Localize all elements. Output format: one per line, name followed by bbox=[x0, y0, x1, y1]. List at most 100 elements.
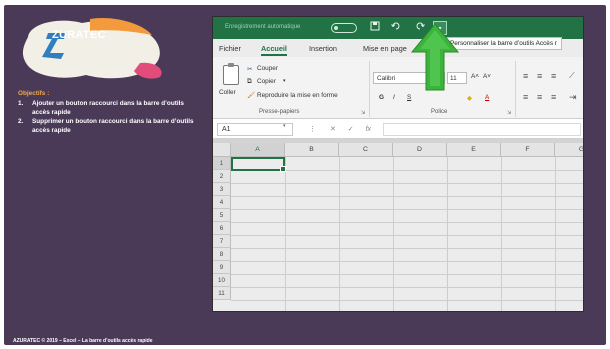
clipboard-launcher-icon[interactable]: ⇲ bbox=[361, 110, 365, 116]
grid-line bbox=[231, 261, 583, 262]
align-center-icon[interactable]: ≡ bbox=[537, 92, 542, 102]
row-header[interactable]: 11 bbox=[213, 287, 231, 300]
paste-icon[interactable] bbox=[223, 63, 239, 85]
tab-mise-en-page[interactable]: Mise en page bbox=[363, 44, 407, 53]
grid-line bbox=[393, 157, 394, 311]
align-left-icon[interactable]: ≡ bbox=[523, 92, 528, 102]
selected-cell-a1[interactable] bbox=[231, 157, 286, 172]
align-top-icon[interactable]: ≡ bbox=[523, 71, 528, 81]
cancel-icon[interactable]: ✕ bbox=[330, 126, 336, 133]
objective-text: Supprimer un bouton raccourci dans la ba… bbox=[32, 118, 194, 134]
qat-customize-tooltip: Personnaliser la barre d’outils Accès r bbox=[445, 37, 562, 50]
formula-input[interactable] bbox=[383, 123, 581, 136]
font-group-label: Police bbox=[431, 109, 448, 115]
font-color-button[interactable]: A bbox=[485, 94, 489, 101]
formula-bar: A1 ▾ ⋮ ✕ ✓ fx bbox=[213, 119, 583, 139]
save-icon[interactable] bbox=[368, 21, 382, 35]
format-painter-icon[interactable]: 🖌 bbox=[247, 91, 255, 99]
objective-number: 1. bbox=[18, 100, 24, 108]
grid-line bbox=[231, 222, 583, 223]
column-header[interactable]: B bbox=[285, 143, 339, 157]
grid-line bbox=[447, 157, 448, 311]
font-launcher-icon[interactable]: ⇲ bbox=[507, 110, 511, 116]
bold-button[interactable]: G bbox=[379, 94, 384, 101]
align-middle-icon[interactable]: ≡ bbox=[537, 71, 542, 81]
slide: ZURATEC Objectifs : 1. Ajouter un bouton… bbox=[0, 0, 610, 349]
copy-dropdown-icon[interactable]: ▾ bbox=[283, 78, 286, 84]
indent-icon[interactable]: ⇥ bbox=[569, 92, 577, 103]
grid-line bbox=[555, 157, 556, 311]
formula-controls: ⋮ ✕ ✓ fx bbox=[309, 126, 372, 133]
grid-line bbox=[285, 157, 286, 311]
grid-line bbox=[501, 157, 502, 311]
grid-line bbox=[231, 235, 583, 236]
tab-insertion[interactable]: Insertion bbox=[309, 44, 337, 53]
tab-fichier[interactable]: Fichier bbox=[219, 44, 241, 53]
group-separator bbox=[515, 61, 516, 117]
copy-icon[interactable]: ⧉ bbox=[247, 78, 252, 86]
undo-icon[interactable] bbox=[389, 21, 403, 35]
row-header[interactable]: 9 bbox=[213, 261, 231, 274]
row-header[interactable]: 8 bbox=[213, 248, 231, 261]
row-header[interactable]: 7 bbox=[213, 235, 231, 248]
spreadsheet-grid[interactable]: A B C D E F G 1 2 3 4 5 6 7 8 9 10 11 bbox=[213, 143, 583, 311]
row-header[interactable]: 3 bbox=[213, 183, 231, 196]
footer-copyright: AZURATEC © 2019 – Excel – La barre d’out… bbox=[13, 338, 153, 344]
tab-accueil[interactable]: Accueil bbox=[261, 44, 287, 56]
row-header[interactable]: 1 bbox=[213, 157, 231, 170]
arrow-up-icon bbox=[410, 23, 460, 91]
objective-number: 2. bbox=[18, 118, 24, 126]
row-header[interactable]: 6 bbox=[213, 222, 231, 235]
objective-text: Ajouter un bouton raccourci dans la barr… bbox=[32, 100, 184, 116]
italic-button[interactable]: I bbox=[393, 94, 395, 101]
confirm-icon[interactable]: ✓ bbox=[348, 126, 354, 133]
grow-font-button[interactable]: A˄ bbox=[471, 73, 479, 80]
insert-function-icon[interactable]: fx bbox=[366, 126, 371, 133]
grid-line bbox=[231, 196, 583, 197]
orientation-icon[interactable]: ⟋ bbox=[569, 71, 575, 81]
row-header[interactable]: 10 bbox=[213, 274, 231, 287]
fill-color-button[interactable]: ◆ bbox=[467, 94, 472, 102]
name-box[interactable]: A1 bbox=[217, 123, 293, 136]
align-right-icon[interactable]: ≡ bbox=[551, 92, 556, 102]
name-box-dropdown-icon[interactable]: ▾ bbox=[283, 123, 286, 129]
azuratec-logo bbox=[22, 17, 162, 79]
select-all-corner[interactable] bbox=[213, 143, 231, 157]
copy-button[interactable]: Copier bbox=[257, 78, 276, 85]
row-header[interactable]: 5 bbox=[213, 209, 231, 222]
column-header[interactable]: C bbox=[339, 143, 393, 157]
align-bottom-icon[interactable]: ≡ bbox=[551, 71, 556, 81]
grid-line bbox=[231, 274, 583, 275]
cut-button[interactable]: Couper bbox=[257, 65, 278, 72]
shrink-font-button[interactable]: A˅ bbox=[483, 73, 491, 80]
grid-line bbox=[231, 248, 583, 249]
grid-line bbox=[231, 300, 583, 301]
format-painter-button[interactable]: Reproduire la mise en forme bbox=[257, 92, 338, 99]
brand-name: ZURATEC bbox=[52, 29, 106, 41]
objectives-block: Objectifs : 1. Ajouter un bouton raccour… bbox=[18, 90, 203, 136]
group-separator bbox=[369, 61, 370, 117]
excel-window: Enregistrement automatique ▾ Fichier Acc… bbox=[212, 16, 584, 312]
paste-button-label[interactable]: Coller bbox=[219, 89, 236, 96]
objective-item: 1. Ajouter un bouton raccourci dans la b… bbox=[18, 100, 203, 117]
objective-item: 2. Supprimer un bouton raccourci dans la… bbox=[18, 118, 203, 135]
autosave-label: Enregistrement automatique bbox=[225, 24, 301, 30]
underline-button[interactable]: S bbox=[407, 94, 411, 101]
autosave-toggle[interactable] bbox=[331, 23, 357, 33]
grid-line bbox=[231, 287, 583, 288]
grid-line bbox=[339, 157, 340, 311]
column-header[interactable]: G bbox=[555, 143, 583, 157]
column-header[interactable]: A bbox=[231, 143, 285, 157]
row-header[interactable]: 4 bbox=[213, 196, 231, 209]
excel-titlebar: Enregistrement automatique ▾ bbox=[213, 17, 583, 39]
column-header[interactable]: F bbox=[501, 143, 555, 157]
grid-line bbox=[231, 209, 583, 210]
column-header[interactable]: D bbox=[393, 143, 447, 157]
grid-line bbox=[231, 183, 583, 184]
objectives-title: Objectifs : bbox=[18, 90, 50, 97]
ribbon-home: Coller ✂ Couper ⧉ Copier ▾ 🖌 Reproduire … bbox=[213, 57, 583, 119]
cut-icon[interactable]: ✂ bbox=[247, 65, 252, 73]
column-header[interactable]: E bbox=[447, 143, 501, 157]
clipboard-group-label: Presse-papiers bbox=[259, 109, 300, 115]
row-header[interactable]: 2 bbox=[213, 170, 231, 183]
